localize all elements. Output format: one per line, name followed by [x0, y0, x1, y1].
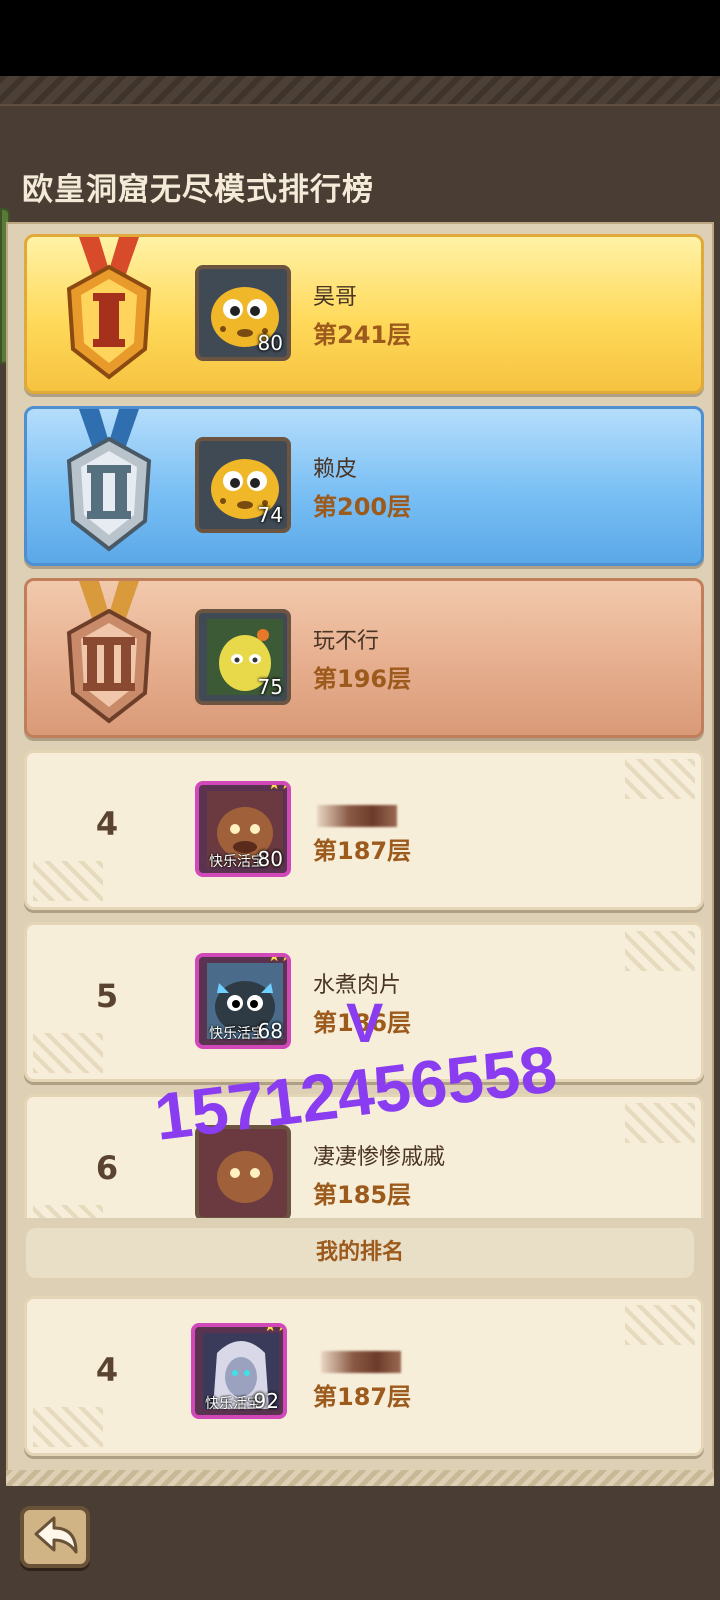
- player-name: 玩不行: [313, 629, 380, 654]
- player-level: 80: [257, 331, 283, 355]
- player-name-redacted: [321, 1351, 401, 1373]
- player-avatar[interactable]: 80: [195, 265, 291, 361]
- player-avatar[interactable]: 75: [195, 609, 291, 705]
- star-rating-icon: ★★: [263, 1323, 287, 1335]
- page-title: 欧皇洞窟无尽模式排行榜: [22, 172, 374, 208]
- player-level: 74: [257, 503, 283, 527]
- ranking-row-1[interactable]: 80 昊哥 第241层: [24, 234, 704, 394]
- player-name: 赖皮: [313, 457, 358, 482]
- player-avatar[interactable]: ★★ 快乐活宝 80: [195, 781, 291, 877]
- back-arrow-icon: [34, 1516, 78, 1554]
- player-floor: 第196层: [313, 665, 412, 693]
- star-rating-icon: ★★: [267, 953, 291, 965]
- ranking-row-2[interactable]: 74 赖皮 第200层: [24, 406, 704, 566]
- player-level: 75: [257, 675, 283, 699]
- rank-number: 4: [95, 805, 119, 843]
- player-avatar[interactable]: ★★ 快乐活宝 68: [195, 953, 291, 1049]
- silver-medal-icon: [66, 409, 152, 552]
- player-name-redacted: [317, 805, 397, 827]
- ranking-row-4[interactable]: 4 ★★ 快乐活宝 80 第187层: [24, 750, 704, 910]
- star-rating-icon: ★★: [267, 781, 291, 793]
- my-rank-header: 我的排名: [26, 1228, 694, 1278]
- player-level: 80: [257, 847, 283, 871]
- player-floor: 第185层: [313, 1181, 412, 1209]
- beast-avatar-icon: [217, 1151, 273, 1203]
- player-floor: 第187层: [313, 837, 412, 865]
- status-bar: [0, 0, 720, 76]
- player-avatar[interactable]: ★★ 快乐活宝 92: [191, 1323, 287, 1419]
- player-floor: 第186层: [313, 1009, 412, 1037]
- rank-number: 6: [95, 1149, 119, 1187]
- bronze-medal-icon: [66, 581, 152, 724]
- frame-decoration-strip: [0, 76, 720, 106]
- player-level: 68: [257, 1019, 283, 1043]
- player-floor: 第187层: [313, 1383, 412, 1411]
- player-floor: 第241层: [313, 321, 412, 349]
- player-level: 92: [253, 1389, 279, 1413]
- player-name: 昊哥: [313, 285, 358, 310]
- ranking-row-6[interactable]: 6 凄凄惨惨戚戚 第185层: [24, 1094, 704, 1218]
- player-name: 水煮肉片: [313, 973, 402, 998]
- panel-decoration-strip: [6, 1470, 714, 1486]
- player-avatar[interactable]: 74: [195, 437, 291, 533]
- rank-number: 4: [95, 1351, 119, 1389]
- ranking-row-5[interactable]: 5 ★★ 快乐活宝 68 水煮肉片 第186层: [24, 922, 704, 1082]
- rank-number: 5: [95, 977, 119, 1015]
- player-name: 凄凄惨惨戚戚: [313, 1145, 446, 1170]
- ranking-list[interactable]: 80 昊哥 第241层 74 赖皮 第200层 75 玩不行 第196层 4 ★…: [6, 224, 714, 1218]
- ranking-row-3[interactable]: 75 玩不行 第196层: [24, 578, 704, 738]
- my-rank-row[interactable]: 4 ★★ 快乐活宝 92 第187层: [24, 1296, 704, 1456]
- back-button[interactable]: [20, 1506, 90, 1568]
- gold-medal-icon: [66, 237, 152, 380]
- player-avatar[interactable]: [195, 1125, 291, 1218]
- player-floor: 第200层: [313, 493, 412, 521]
